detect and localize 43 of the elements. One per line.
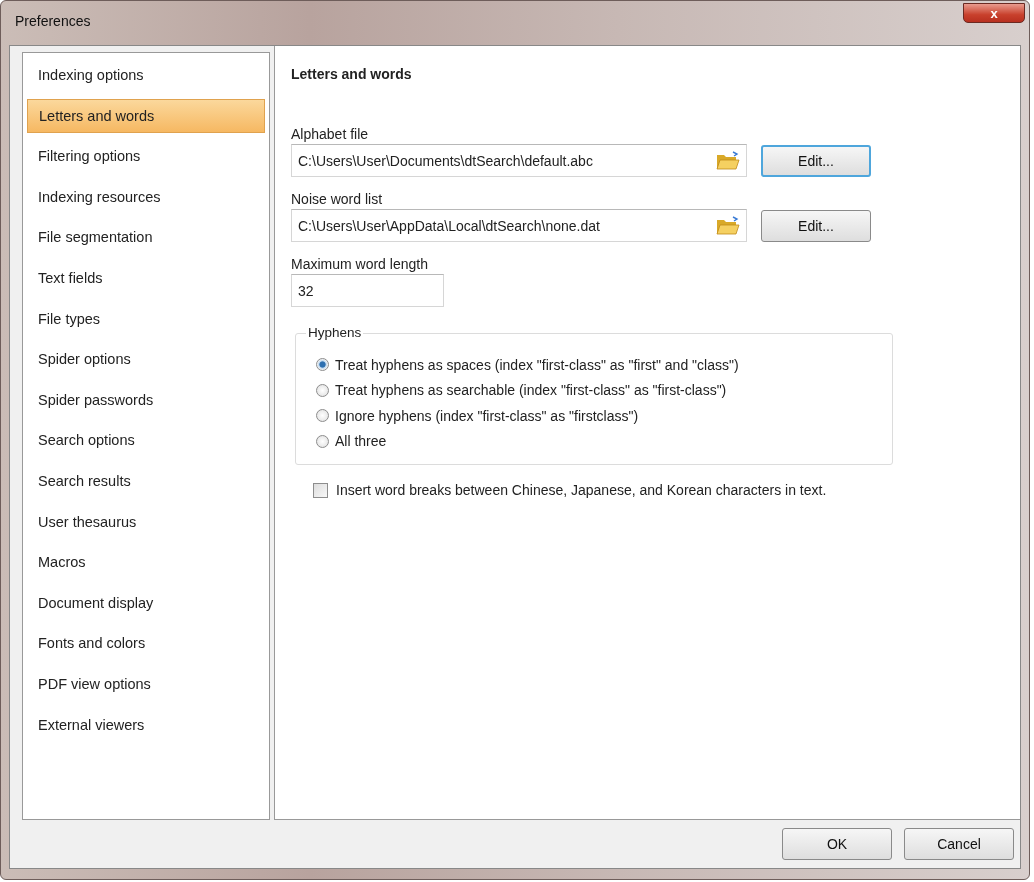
radio-button[interactable] (316, 434, 329, 448)
folder-icon[interactable] (716, 215, 740, 236)
sidebar-item[interactable]: PDF view options (27, 663, 265, 705)
edit-button[interactable]: Edit... (761, 209, 871, 242)
radio-label: All three (335, 433, 387, 450)
sidebar-item[interactable]: Search results (27, 460, 265, 502)
field-label: Noise word list (291, 191, 384, 207)
sidebar-item[interactable]: Fonts and colors (27, 623, 265, 664)
sidebar-item[interactable]: Spider passwords (27, 379, 265, 421)
radio-button[interactable] (316, 358, 329, 372)
sidebar-item[interactable]: Indexing options (27, 55, 265, 96)
window-title: Preferences (15, 13, 91, 29)
checkbox[interactable] (313, 483, 328, 498)
sidebar-item[interactable]: Spider options (27, 339, 265, 380)
sidebar-item[interactable]: File types (27, 298, 265, 340)
path-field[interactable]: C:\Users\User\Documents\dtSearch\default.abc (291, 144, 747, 177)
folder-icon[interactable] (716, 150, 740, 171)
radio-label: Treat hyphens as searchable (index "first-class" as "first-class") (335, 382, 727, 399)
dialog-button[interactable]: Cancel (904, 828, 1014, 860)
sidebar-item[interactable]: Macros (27, 542, 265, 583)
close-button[interactable]: x (963, 3, 1025, 23)
radio-button[interactable] (316, 409, 329, 423)
sidebar-item[interactable]: External viewers (27, 704, 265, 746)
sidebar-item[interactable]: User thesaurus (27, 501, 265, 543)
radio-label: Ignore hyphens (index "first-class" as "firstclass") (335, 407, 639, 424)
field-label: Alphabet file (291, 126, 370, 142)
field-label: Maximum word length (291, 256, 429, 272)
sidebar-item[interactable]: Search options (27, 420, 265, 461)
checkbox-label: Insert word breaks between Chinese, Japanese, and Korean characters in text. (336, 481, 828, 499)
sidebar-item[interactable]: Text fields (27, 257, 265, 299)
sidebar-item[interactable]: Letters and words (27, 98, 265, 133)
section-heading: Letters and words (291, 66, 413, 82)
word-length-field[interactable]: 32 (291, 274, 444, 307)
sidebar-item[interactable]: Indexing resources (27, 176, 265, 218)
dialog-button[interactable]: OK (782, 828, 892, 860)
radio-label: Treat hyphens as spaces (index "first-class" as "first" and "class") (335, 356, 739, 373)
sidebar-item[interactable]: Filtering options (27, 136, 265, 177)
radio-button[interactable] (316, 383, 329, 397)
path-field[interactable]: C:\Users\User\AppData\Local\dtSearch\none.dat (291, 209, 747, 242)
group-legend: Hyphens (306, 325, 364, 340)
sidebar-item[interactable]: File segmentation (27, 217, 265, 258)
sidebar-item[interactable]: Document display (27, 582, 265, 624)
edit-button[interactable]: Edit... (761, 144, 871, 177)
